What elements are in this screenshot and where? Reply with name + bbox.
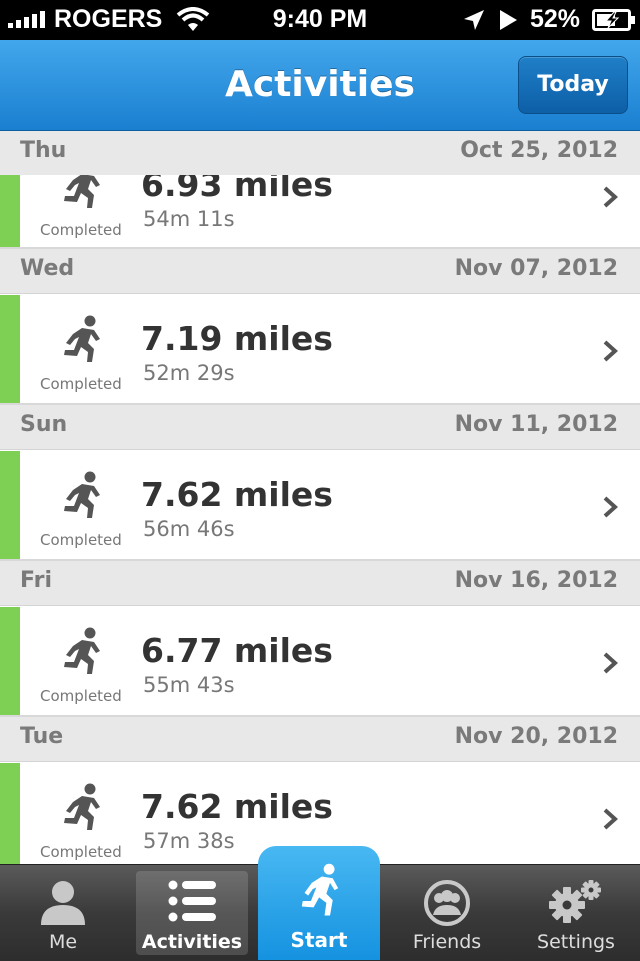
today-button[interactable]: Today (518, 56, 628, 114)
status-label: Completed (40, 221, 122, 239)
status-bar: ROGERS 9:40 PM 52% (0, 0, 640, 40)
play-icon (500, 10, 517, 30)
chevron-right-icon (603, 652, 618, 674)
person-icon (41, 881, 85, 925)
completed-indicator (0, 763, 20, 864)
date-label: Nov 20, 2012 (454, 724, 618, 749)
day-label: Wed (20, 256, 75, 281)
duration-label: 57m 38s (143, 829, 235, 853)
day-header: Wed Nov 07, 2012 (0, 249, 640, 294)
duration-label: 54m 11s (143, 207, 235, 231)
tab-settings[interactable]: Settings (512, 865, 640, 961)
tab-activities[interactable]: Activities (136, 871, 248, 955)
chevron-right-icon (603, 808, 618, 830)
tab-label: Start (290, 928, 348, 952)
chevron-right-icon (603, 496, 618, 518)
status-label: Completed (40, 843, 122, 861)
status-label: Completed (40, 375, 122, 393)
gears-icon (549, 880, 601, 923)
distance-label: 7.62 miles (141, 787, 333, 826)
day-header: Thu Oct 25, 2012 (0, 131, 640, 176)
tab-label: Activities (141, 931, 243, 953)
day-header: Sun Nov 11, 2012 (0, 405, 640, 450)
status-label: Completed (40, 687, 122, 705)
tab-label: Settings (537, 931, 615, 953)
activity-row[interactable]: Completed 7.19 miles 52m 29s (0, 295, 640, 405)
nav-bar: Activities Today (0, 40, 640, 131)
completed-indicator (0, 607, 20, 715)
start-button[interactable]: Start (258, 846, 380, 960)
battery-charging-icon (592, 9, 635, 31)
location-arrow-icon (464, 10, 484, 30)
activity-row[interactable]: Completed 6.77 miles 55m 43s (0, 607, 640, 717)
tab-label: Me (48, 931, 78, 953)
duration-label: 55m 43s (143, 673, 235, 697)
day-header: Tue Nov 20, 2012 (0, 717, 640, 762)
day-header: Fri Nov 16, 2012 (0, 561, 640, 606)
tab-label: Friends (412, 931, 482, 953)
runner-icon (64, 471, 100, 518)
date-label: Nov 07, 2012 (454, 256, 618, 281)
runner-icon (301, 863, 339, 916)
status-label: Completed (40, 531, 122, 549)
battery-percent: 52% (530, 5, 581, 33)
runner-icon (64, 783, 100, 830)
runner-icon (64, 627, 100, 674)
date-label: Nov 11, 2012 (454, 412, 618, 437)
completed-indicator (0, 451, 20, 559)
friends-icon (424, 880, 470, 926)
list-icon (168, 880, 216, 922)
activity-list[interactable]: Thu Oct 25, 2012 Completed 6.93 miles 54… (0, 131, 640, 864)
distance-label: 7.19 miles (141, 319, 333, 358)
chevron-right-icon (603, 186, 618, 208)
duration-label: 52m 29s (143, 361, 235, 385)
day-label: Sun (20, 412, 68, 437)
tab-friends[interactable]: Friends (386, 865, 508, 961)
chevron-right-icon (603, 340, 618, 362)
distance-label: 6.77 miles (141, 631, 333, 670)
day-label: Thu (20, 138, 67, 163)
runner-icon (64, 315, 100, 362)
completed-indicator (0, 295, 20, 403)
date-label: Nov 16, 2012 (454, 568, 618, 593)
date-label: Oct 25, 2012 (460, 138, 618, 163)
distance-label: 7.62 miles (141, 475, 333, 514)
tab-me[interactable]: Me (0, 865, 126, 961)
day-label: Tue (20, 724, 64, 749)
activity-row[interactable]: Completed 7.62 miles 56m 46s (0, 451, 640, 561)
duration-label: 56m 46s (143, 517, 235, 541)
day-label: Fri (20, 568, 53, 593)
